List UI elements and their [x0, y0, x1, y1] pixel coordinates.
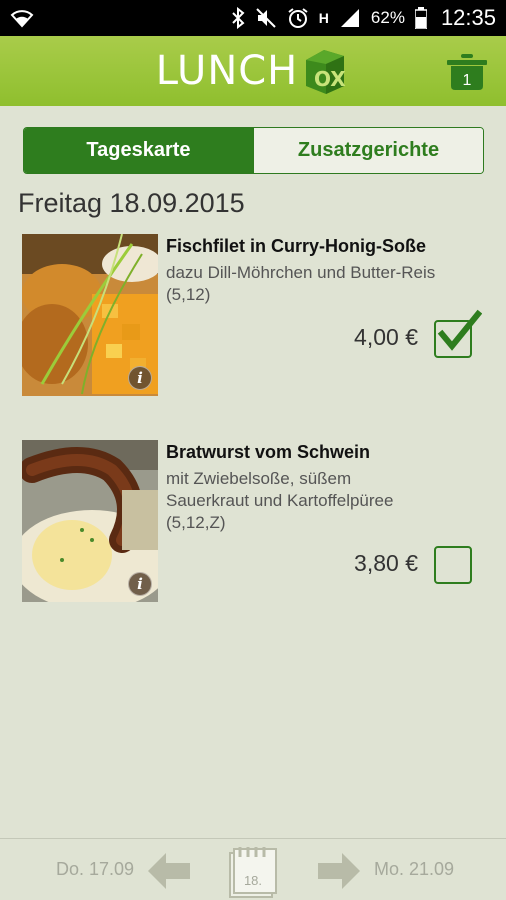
dish-price: 3,80 € — [354, 550, 418, 576]
day-navigation: Do. 17.09 18. Mo. 21.09 — [0, 838, 506, 900]
tab-tageskarte[interactable]: Tageskarte — [24, 128, 253, 173]
calendar-icon[interactable]: 18. — [226, 845, 278, 900]
signal-icon — [339, 7, 361, 29]
battery-icon — [414, 7, 427, 29]
dish-price: 4,00 € — [354, 324, 418, 350]
select-checkbox[interactable] — [434, 546, 472, 584]
app-logo: LUNCH OX — [156, 46, 351, 96]
cart-button[interactable]: 1 — [444, 52, 490, 92]
dish-allergens: (5,12) — [166, 285, 211, 304]
next-day-label[interactable]: Mo. 21.09 — [374, 859, 454, 880]
dish-description-line: Sauerkraut und Kartoffelpüree — [166, 491, 394, 510]
info-icon[interactable]: i — [128, 366, 152, 390]
menu-item: i Fischfilet in Curry-Honig-Soße dazu Di… — [22, 234, 492, 404]
dish-allergens: (5,12,Z) — [166, 513, 226, 532]
calendar-day: 18. — [243, 873, 263, 888]
alarm-icon — [287, 7, 309, 29]
logo-text: LUNCH — [155, 48, 299, 94]
battery-percent: 62% — [370, 8, 405, 27]
arrow-left-icon[interactable] — [146, 851, 192, 896]
tab-zusatzgerichte[interactable]: Zusatzgerichte — [253, 128, 483, 173]
menu-tabs: Tageskarte Zusatzgerichte — [23, 127, 484, 174]
dish-description-line: mit Zwiebelsoße, süßem — [166, 469, 352, 488]
network-type-label: H — [318, 10, 329, 26]
dish-image-fischfilet[interactable]: i — [22, 234, 158, 396]
app-header: LUNCH OX 1 — [0, 36, 506, 106]
info-icon[interactable]: i — [128, 572, 152, 596]
clock: 12:35 — [440, 5, 496, 30]
dish-title: Fischfilet in Curry-Honig-Soße — [166, 236, 427, 256]
mute-icon — [255, 7, 277, 29]
logo-box-icon: OX — [300, 46, 350, 96]
dish-description: mit Zwiebelsoße, süßem Sauerkraut und Ka… — [166, 468, 496, 534]
date-heading: Freitag 18.09.2015 — [18, 188, 245, 218]
bluetooth-icon — [231, 7, 245, 29]
select-checkbox-checked[interactable] — [434, 309, 483, 358]
dish-description-line: dazu Dill-Möhrchen und Butter-Reis — [166, 263, 436, 282]
menu-item: i Bratwurst vom Schwein mit Zwiebelsoße,… — [22, 440, 492, 610]
network-type-icon: H — [319, 10, 329, 26]
arrow-right-icon[interactable] — [316, 851, 362, 896]
dish-image-bratwurst[interactable]: i — [22, 440, 158, 602]
status-bar: H 62% 12:35 — [0, 0, 506, 36]
logo-box-letters: OX — [314, 67, 346, 91]
prev-day-label[interactable]: Do. 17.09 — [56, 859, 134, 880]
checkmark-icon — [434, 308, 483, 361]
dish-title: Bratwurst vom Schwein — [166, 442, 371, 462]
cart-count: 1 — [463, 72, 472, 89]
dish-description: dazu Dill-Möhrchen und Butter-Reis (5,12… — [166, 262, 496, 306]
wifi-icon — [10, 8, 34, 28]
